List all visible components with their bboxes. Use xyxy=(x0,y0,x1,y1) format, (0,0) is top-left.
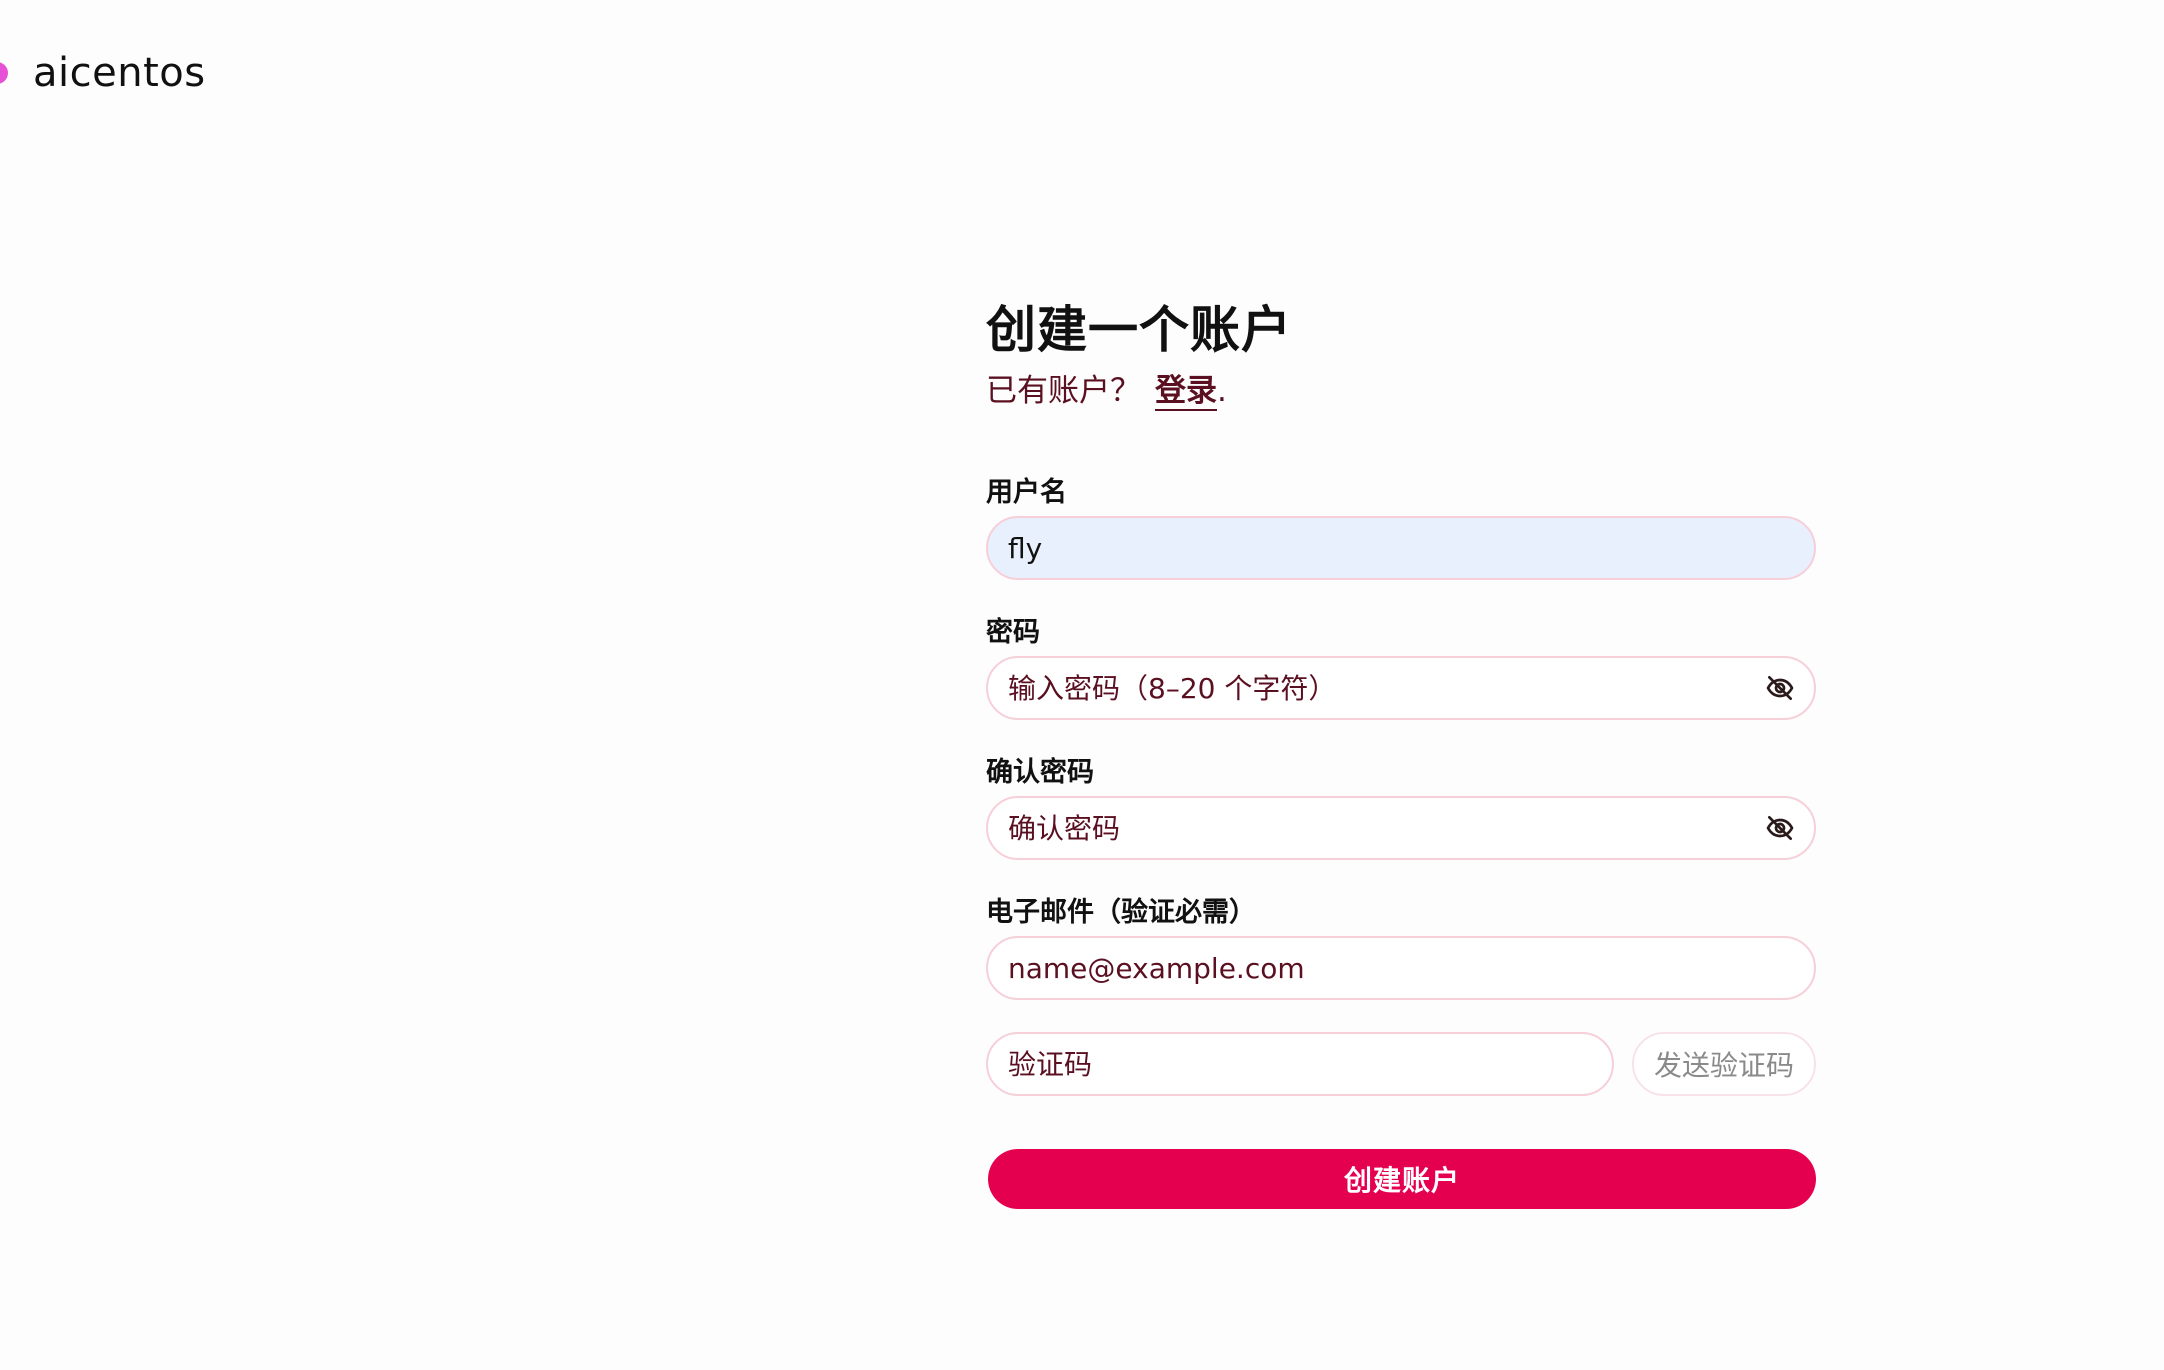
username-label: 用户名 xyxy=(986,477,1067,508)
confirm-password-field-wrapper xyxy=(986,796,1816,860)
create-account-button[interactable]: 创建账户 xyxy=(988,1149,1816,1209)
login-prompt-text: 已有账户？ xyxy=(986,373,1141,409)
login-prompt-period: . xyxy=(1217,373,1227,409)
confirm-password-label: 确认密码 xyxy=(986,757,1094,788)
send-code-button[interactable]: 发送验证码 xyxy=(1632,1032,1816,1096)
email-input[interactable] xyxy=(988,938,1814,998)
brand-name[interactable]: aicentos xyxy=(33,50,206,96)
brand-logo-dot xyxy=(0,62,8,84)
email-field-wrapper xyxy=(986,936,1816,1000)
verification-code-field-wrapper xyxy=(986,1032,1614,1096)
confirm-password-input[interactable] xyxy=(988,798,1760,858)
page-title: 创建一个账户 xyxy=(986,301,1292,359)
eye-off-icon[interactable] xyxy=(1760,668,1800,708)
eye-off-icon[interactable] xyxy=(1760,808,1800,848)
email-label: 电子邮件（验证必需） xyxy=(986,897,1256,928)
password-field-wrapper xyxy=(986,656,1816,720)
password-label: 密码 xyxy=(986,617,1040,648)
username-field-wrapper xyxy=(986,516,1816,580)
login-link[interactable]: 登录 xyxy=(1155,373,1217,411)
verification-code-input[interactable] xyxy=(988,1034,1612,1094)
password-input[interactable] xyxy=(988,658,1760,718)
username-input[interactable] xyxy=(988,518,1814,578)
login-prompt: 已有账户？ 登录. xyxy=(986,365,1227,411)
